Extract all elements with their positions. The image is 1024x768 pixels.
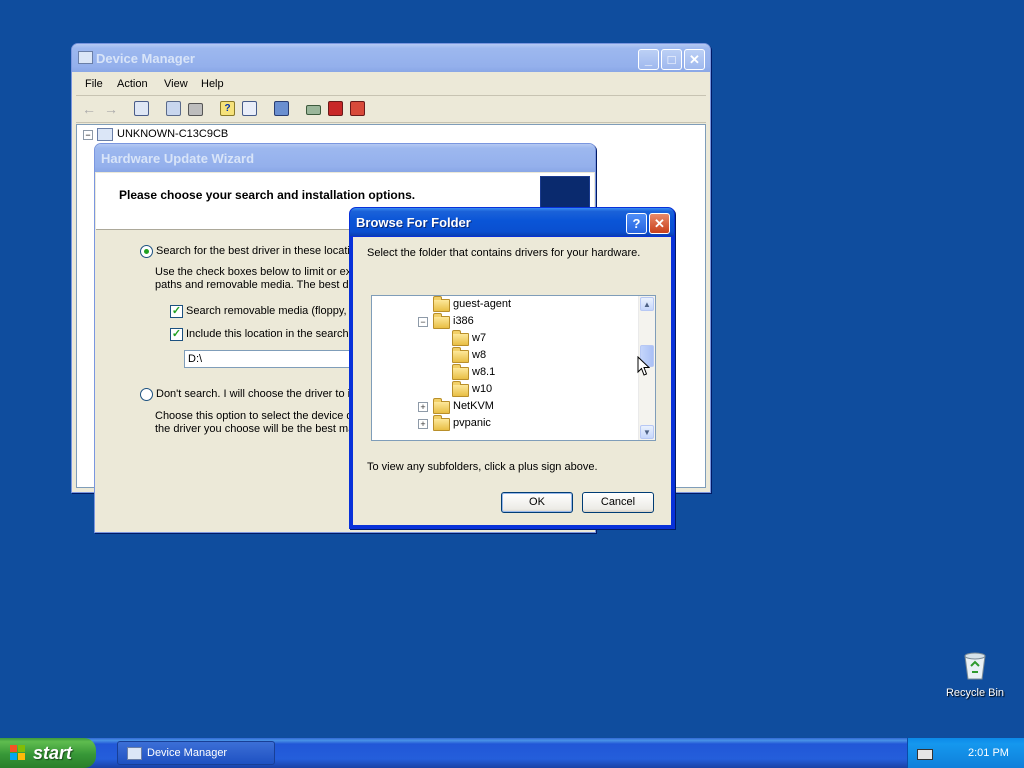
close-button[interactable]: ✕ bbox=[684, 49, 705, 70]
folder-label[interactable]: w10 bbox=[472, 383, 492, 395]
dont-search-label[interactable]: Don't search. I will choose the driver t… bbox=[156, 388, 356, 400]
tree-item-w8[interactable]: w8 bbox=[372, 347, 637, 364]
folder-label[interactable]: pvpanic bbox=[453, 417, 491, 429]
show-hide-tree-icon[interactable] bbox=[134, 101, 149, 116]
folder-icon bbox=[452, 347, 469, 363]
mouse-cursor bbox=[637, 356, 650, 376]
recycle-bin-icon bbox=[964, 652, 986, 680]
expand-expander[interactable]: + bbox=[418, 419, 428, 429]
forward-icon[interactable]: → bbox=[104, 101, 120, 117]
option2-description-line1: Choose this option to select the device … bbox=[155, 410, 357, 422]
browse-body: Select the folder that contains drivers … bbox=[353, 237, 671, 525]
folder-icon bbox=[433, 296, 450, 312]
folder-icon bbox=[452, 364, 469, 380]
back-icon[interactable]: ← bbox=[82, 101, 98, 117]
clock[interactable]: 2:01 PM bbox=[968, 747, 1009, 759]
taskbar-item-label: Device Manager bbox=[147, 747, 228, 759]
wizard-titlebar[interactable]: Hardware Update Wizard bbox=[95, 144, 595, 172]
folder-label[interactable]: guest-agent bbox=[453, 298, 511, 310]
recycle-bin-shortcut[interactable]: Recycle Bin bbox=[940, 648, 1010, 702]
start-button[interactable]: start bbox=[0, 738, 96, 768]
include-location-label[interactable]: Include this location in the search: bbox=[186, 328, 352, 340]
ok-button[interactable]: OK bbox=[501, 492, 573, 513]
search-removable-media-label[interactable]: Search removable media (floppy, C bbox=[186, 305, 358, 317]
keyboard-icon[interactable] bbox=[917, 749, 933, 760]
computer-icon bbox=[127, 747, 142, 760]
browse-footer-hint: To view any subfolders, click a plus sig… bbox=[367, 461, 598, 473]
folder-label[interactable]: NetKVM bbox=[453, 400, 494, 412]
folder-icon bbox=[452, 381, 469, 397]
collapse-expander[interactable]: − bbox=[418, 317, 428, 327]
print-icon[interactable] bbox=[188, 103, 203, 116]
taskbar-item-device-manager[interactable]: Device Manager bbox=[117, 741, 275, 765]
start-label: start bbox=[33, 743, 73, 763]
tree-item-netkvm[interactable]: + NetKVM bbox=[372, 398, 637, 415]
tree-item-pvpanic[interactable]: + pvpanic bbox=[372, 415, 637, 432]
menu-action[interactable]: Action bbox=[117, 78, 148, 90]
browse-titlebar[interactable]: Browse For Folder ? ✕ bbox=[350, 208, 674, 236]
tree-item-w7[interactable]: w7 bbox=[372, 330, 637, 347]
dont-search-radio[interactable] bbox=[140, 388, 153, 401]
search-best-driver-radio[interactable] bbox=[140, 245, 153, 258]
option2-description-line2: the driver you choose will be the best m… bbox=[155, 423, 358, 435]
tree-root-label[interactable]: UNKNOWN-C13C9CB bbox=[117, 128, 228, 140]
menu-help[interactable]: Help bbox=[201, 78, 224, 90]
menu-file[interactable]: File bbox=[85, 78, 103, 90]
tree-item-w10[interactable]: w10 bbox=[372, 381, 637, 398]
expand-expander[interactable]: + bbox=[418, 402, 428, 412]
search-path-input[interactable]: D:\ bbox=[184, 350, 364, 368]
browse-for-folder-dialog: Browse For Folder ? ✕ Select the folder … bbox=[349, 207, 675, 529]
folder-icon bbox=[433, 415, 450, 431]
scan-hardware-icon[interactable] bbox=[274, 101, 289, 116]
collapse-expander[interactable]: − bbox=[83, 130, 93, 140]
wizard-heading: Please choose your search and installati… bbox=[119, 188, 416, 202]
computer-icon bbox=[78, 51, 93, 64]
taskbar: start Device Manager 2:01 PM bbox=[0, 738, 1024, 768]
wizard-title: Hardware Update Wizard bbox=[101, 151, 255, 166]
window-title: Device Manager bbox=[96, 51, 195, 66]
menu-bar: File Action View Help bbox=[76, 73, 706, 96]
folder-label[interactable]: w7 bbox=[472, 332, 486, 344]
details-icon[interactable] bbox=[242, 101, 257, 116]
scroll-up-arrow[interactable]: ▲ bbox=[640, 297, 654, 311]
scroll-down-arrow[interactable]: ▼ bbox=[640, 425, 654, 439]
help-button[interactable]: ? bbox=[626, 213, 647, 234]
device-manager-titlebar[interactable]: Device Manager _ □ ✕ bbox=[72, 44, 710, 72]
tree-item-i386[interactable]: − i386 bbox=[372, 313, 637, 330]
folder-icon bbox=[433, 398, 450, 414]
folder-icon bbox=[452, 330, 469, 346]
help-icon[interactable]: ? bbox=[220, 101, 235, 116]
option1-description-line2: paths and removable media. The best driv bbox=[155, 279, 361, 291]
properties-icon[interactable] bbox=[166, 101, 181, 116]
disable-icon[interactable] bbox=[328, 101, 343, 116]
windows-logo-icon bbox=[10, 745, 26, 761]
uninstall-icon[interactable] bbox=[350, 101, 365, 116]
computer-icon bbox=[97, 128, 113, 141]
folder-label[interactable]: w8.1 bbox=[472, 366, 495, 378]
browse-instruction: Select the folder that contains drivers … bbox=[367, 247, 641, 259]
cancel-button[interactable]: Cancel bbox=[582, 492, 654, 513]
folder-icon bbox=[433, 313, 450, 329]
toolbar: ← → ? bbox=[76, 96, 706, 123]
include-location-checkbox[interactable]: ✓ bbox=[170, 328, 183, 341]
tree-item-w8-1[interactable]: w8.1 bbox=[372, 364, 637, 381]
update-driver-icon[interactable] bbox=[306, 105, 321, 115]
folder-tree[interactable]: guest-agent − i386 w7 w8 w8.1 w10 + NetK… bbox=[371, 295, 656, 441]
system-tray: 2:01 PM bbox=[907, 738, 1024, 768]
tree-item-guest-agent[interactable]: guest-agent bbox=[372, 296, 637, 313]
option1-description-line1: Use the check boxes below to limit or ex… bbox=[155, 266, 358, 278]
recycle-bin-label: Recycle Bin bbox=[945, 687, 1005, 699]
close-button[interactable]: ✕ bbox=[649, 213, 670, 234]
folder-label[interactable]: i386 bbox=[453, 315, 474, 327]
browse-title: Browse For Folder bbox=[356, 215, 471, 230]
search-best-driver-label[interactable]: Search for the best driver in these loca… bbox=[156, 245, 356, 257]
minimize-button[interactable]: _ bbox=[638, 49, 659, 70]
menu-view[interactable]: View bbox=[164, 78, 188, 90]
maximize-button[interactable]: □ bbox=[661, 49, 682, 70]
folder-label[interactable]: w8 bbox=[472, 349, 486, 361]
search-removable-media-checkbox[interactable]: ✓ bbox=[170, 305, 183, 318]
